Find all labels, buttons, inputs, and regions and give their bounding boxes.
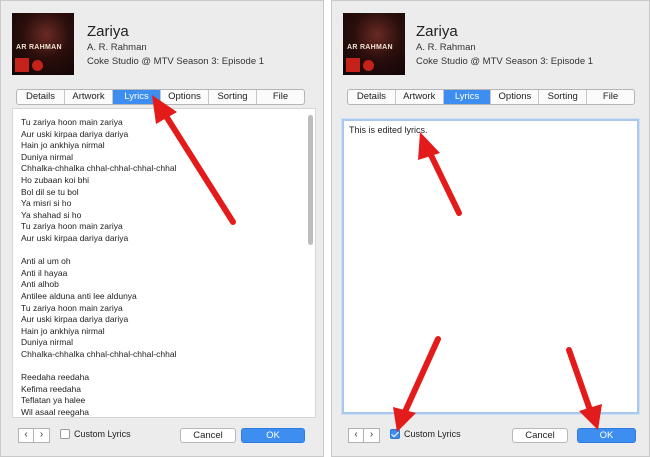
album-artwork: AR RAHMAN: [12, 13, 74, 75]
next-track-button[interactable]: ›: [34, 428, 50, 443]
lyric-line: Bol dil se tu bol: [21, 186, 79, 197]
edited-lyrics-text: This is edited lyrics.: [349, 125, 428, 135]
song-info-dialog-left: AR RAHMAN Zariya A. R. Rahman Coke Studi…: [0, 0, 324, 457]
tab-sorting[interactable]: Sorting: [538, 90, 586, 104]
cancel-button[interactable]: Cancel: [180, 428, 236, 443]
lyric-line: Aur uski kirpaa dariya dariya: [21, 232, 129, 243]
lyric-line: Chhalka-chhalka chhal-chhal-chhal-chhal: [21, 348, 177, 359]
song-info-dialog-right: AR RAHMAN Zariya A. R. Rahman Coke Studi…: [331, 0, 650, 457]
song-title: Zariya: [416, 23, 458, 40]
lyric-line: Teflatan ya halee: [21, 395, 86, 406]
tab-artwork[interactable]: Artwork: [394, 90, 443, 104]
ok-button[interactable]: OK: [577, 428, 636, 443]
song-artist: A. R. Rahman: [416, 42, 476, 53]
lyric-line: Anti al um oh: [21, 256, 71, 267]
lyric-line: Ya misri si ho: [21, 198, 72, 209]
artwork-logo-icon: [32, 60, 43, 71]
lyric-line: Ya shahad si ho: [21, 209, 82, 220]
custom-lyrics-label: Custom Lyrics: [404, 429, 461, 439]
tab-options[interactable]: Options: [160, 90, 208, 104]
song-album: Coke Studio @ MTV Season 3: Episode 1: [416, 56, 594, 67]
tab-bar: Details Artwork Lyrics Options Sorting F…: [347, 89, 635, 105]
lyric-line: Duniya nirmal: [21, 151, 73, 162]
tab-file[interactable]: File: [586, 90, 634, 104]
lyrics-scrollbar[interactable]: [308, 115, 313, 245]
song-title: Zariya: [87, 23, 129, 40]
lyric-line: Kefima reedaha: [21, 383, 82, 394]
tab-bar: Details Artwork Lyrics Options Sorting F…: [16, 89, 305, 105]
tab-lyrics[interactable]: Lyrics: [442, 90, 491, 104]
custom-lyrics-checkbox[interactable]: [60, 429, 70, 439]
tab-file[interactable]: File: [256, 90, 304, 104]
lyric-line: Anti il hayaa: [21, 267, 68, 278]
artwork-badge: [346, 58, 360, 72]
lyric-line: Tu zariya hoon main zariya: [21, 117, 123, 127]
track-nav: ‹ ›: [18, 428, 50, 443]
track-nav: ‹ ›: [348, 428, 380, 443]
tab-artwork[interactable]: Artwork: [64, 90, 112, 104]
song-artist: A. R. Rahman: [87, 42, 147, 53]
lyric-line: Antilee alduna anti lee aldunya: [21, 290, 137, 301]
tab-lyrics[interactable]: Lyrics: [112, 90, 160, 104]
lyric-line: Aur uski kirpaa dariya dariya: [21, 128, 129, 139]
custom-lyrics-toggle[interactable]: Custom Lyrics: [60, 429, 131, 439]
tab-details[interactable]: Details: [17, 90, 64, 104]
lyric-line: Anti alhob: [21, 279, 59, 290]
artwork-text: AR RAHMAN: [347, 44, 393, 51]
tab-details[interactable]: Details: [348, 90, 395, 104]
artwork-badge: [15, 58, 29, 72]
lyric-line: [21, 360, 176, 372]
custom-lyrics-checkbox[interactable]: [390, 429, 400, 439]
lyric-line: Tu zariya hoon main zariya: [21, 302, 123, 313]
lyric-line: Hain jo ankhiya nirmal: [21, 325, 105, 336]
next-track-button[interactable]: ›: [364, 428, 380, 443]
previous-track-button[interactable]: ‹: [18, 428, 34, 443]
lyric-line: Reedaha reedaha: [21, 372, 90, 383]
lyric-line: Ho zubaan koi bhi: [21, 174, 90, 185]
lyric-line: [21, 245, 176, 257]
custom-lyrics-label: Custom Lyrics: [74, 429, 131, 439]
lyrics-edit-field[interactable]: This is edited lyrics.: [342, 119, 639, 414]
tab-options[interactable]: Options: [490, 90, 538, 104]
cancel-button[interactable]: Cancel: [512, 428, 568, 443]
lyrics-text-area[interactable]: Tu zariya hoon main zariya Aur uski kirpa…: [12, 108, 316, 418]
lyrics-lines: Tu zariya hoon main zariya Aur uski kirpa…: [21, 117, 177, 417]
ok-button[interactable]: OK: [241, 428, 305, 443]
previous-track-button[interactable]: ‹: [348, 428, 364, 443]
song-album: Coke Studio @ MTV Season 3: Episode 1: [87, 56, 265, 67]
lyric-line: Duniya nirmal: [21, 337, 73, 348]
lyric-line: Tu zariya hoon main zariya: [21, 221, 123, 232]
lyric-line: Aur uski kirpaa dariya dariya: [21, 314, 129, 325]
artwork-logo-icon: [363, 60, 374, 71]
lyric-line: Chhalka-chhalka chhal-chhal-chhal-chhal: [21, 163, 177, 174]
custom-lyrics-toggle[interactable]: Custom Lyrics: [390, 429, 461, 439]
artwork-text: AR RAHMAN: [16, 44, 62, 51]
tab-sorting[interactable]: Sorting: [208, 90, 256, 104]
album-artwork: AR RAHMAN: [343, 13, 405, 75]
lyric-line: Hain jo ankhiya nirmal: [21, 140, 105, 151]
lyric-line: Wil asaal reegaha: [21, 406, 90, 417]
dialog-separator: [324, 0, 331, 457]
